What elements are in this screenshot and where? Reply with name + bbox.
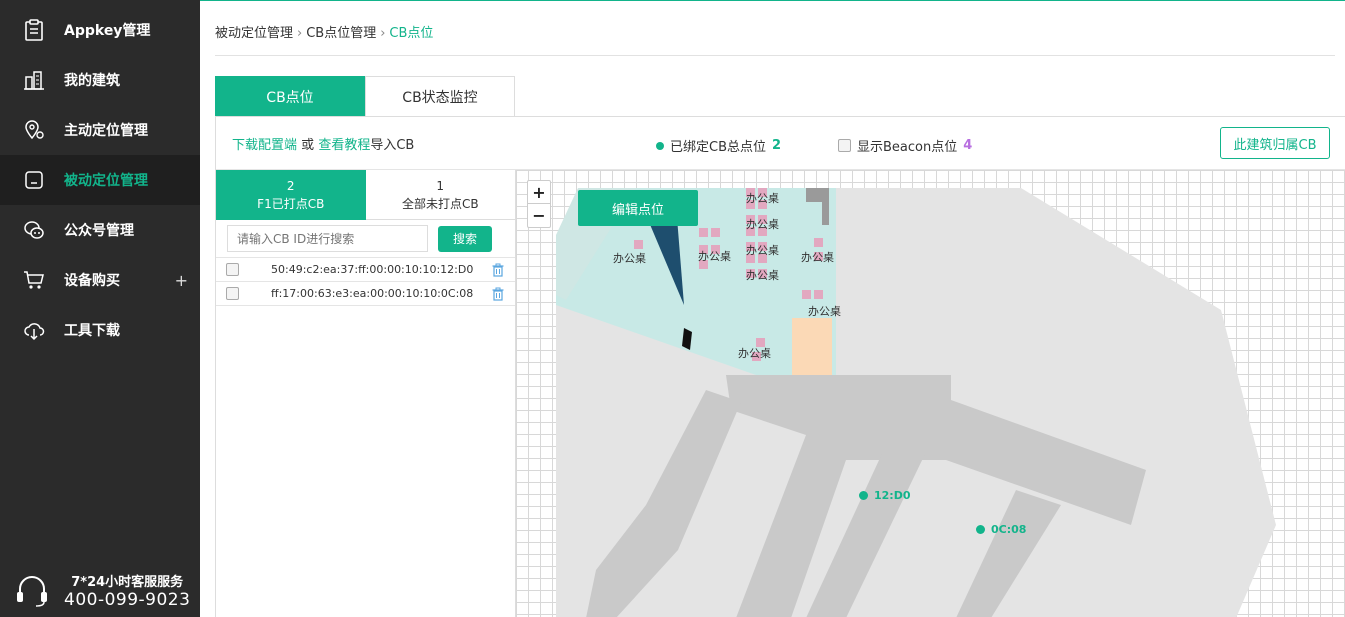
top-accent-line xyxy=(200,0,1345,5)
table-row[interactable]: ff:17:00:63:e3:ea:00:00:10:10:0C:08 xyxy=(216,282,515,306)
wechat-icon xyxy=(22,218,46,242)
breadcrumb-item-cb-management[interactable]: CB点位管理 xyxy=(306,26,376,41)
service-phone: 400-099-9023 xyxy=(64,589,191,610)
sidebar-item-label: 主动定位管理 xyxy=(64,123,148,139)
beacon-label: 显示Beacon点位 xyxy=(857,140,958,155)
desk-label: 办公桌 xyxy=(746,244,779,257)
subtab-label: F1已打点CB xyxy=(257,196,325,211)
import-links: 下载配置端 或 查看教程导入CB xyxy=(232,134,414,153)
sidebar-item-appkey[interactable]: Appkey管理 xyxy=(0,5,200,55)
zoom-out-button[interactable]: − xyxy=(528,204,550,227)
bound-count: 2 xyxy=(772,138,782,153)
desk-label: 办公桌 xyxy=(801,251,834,264)
cb-point-marker[interactable]: 12:D0 xyxy=(859,489,911,502)
breadcrumb-divider xyxy=(215,55,1335,56)
sidebar-item-label: 被动定位管理 xyxy=(64,173,148,189)
view-tutorial-link[interactable]: 查看教程 xyxy=(318,138,370,153)
tab-cb-points[interactable]: CB点位 xyxy=(215,76,365,116)
bound-label: 已绑定CB总点位 xyxy=(670,140,766,155)
expand-plus-icon[interactable]: + xyxy=(175,271,188,290)
desk-label: 办公桌 xyxy=(613,252,646,265)
sidebar-item-label: 我的建筑 xyxy=(64,73,120,89)
subtab-marked-cb[interactable]: 2 F1已打点CB xyxy=(216,170,366,220)
cb-search-input[interactable] xyxy=(227,225,428,252)
trash-icon[interactable] xyxy=(491,287,505,301)
subtab-count: 2 xyxy=(286,178,295,193)
cb-list-panel: 2 F1已打点CB 1 全部未打点CB 搜索 50:49:c2:ea:37:ff… xyxy=(216,170,516,617)
desk-label: 办公桌 xyxy=(808,305,841,318)
breadcrumb-separator: › xyxy=(297,26,303,41)
service-title: 7*24小时客服服务 xyxy=(71,574,184,590)
subtab-unmarked-cb[interactable]: 1 全部未打点CB xyxy=(365,170,515,220)
download-config-link[interactable]: 下载配置端 xyxy=(232,138,297,153)
sidebar-item-label: 工具下载 xyxy=(64,323,120,339)
building-icon xyxy=(22,68,46,92)
sidebar-item-label: 设备购买 xyxy=(64,273,120,289)
breadcrumb-item-current: CB点位 xyxy=(389,26,434,41)
cb-id: ff:17:00:63:e3:ea:00:00:10:10:0C:08 xyxy=(271,287,474,300)
floor-plan-drawing xyxy=(556,188,1276,617)
peach-room xyxy=(792,318,832,376)
import-text: 导入CB xyxy=(370,138,415,153)
table-row[interactable]: 50:49:c2:ea:37:ff:00:00:10:10:12:D0 xyxy=(216,258,515,282)
sidebar: Appkey管理 我的建筑 主动定位管理 被动定位管理 公众号管理 设备购买 + xyxy=(0,0,200,617)
bound-cb-count: 已绑定CB总点位 2 xyxy=(656,136,781,155)
breadcrumb-item-passive[interactable]: 被动定位管理 xyxy=(215,26,293,41)
sidebar-item-label: Appkey管理 xyxy=(64,23,151,39)
sidebar-item-buildings[interactable]: 我的建筑 xyxy=(0,55,200,105)
search-button[interactable]: 搜索 xyxy=(438,225,492,252)
cb-dot-icon xyxy=(976,525,985,534)
sidebar-item-wechat[interactable]: 公众号管理 xyxy=(0,205,200,255)
clipboard-icon xyxy=(22,18,46,42)
cb-point-label: 0C:08 xyxy=(991,523,1027,536)
customer-service: 7*24小时客服服务 400-099-9023 xyxy=(0,563,200,617)
edit-points-button[interactable]: 编辑点位 xyxy=(578,190,698,226)
bound-dot-icon xyxy=(656,141,664,150)
floor-map[interactable]: + − 编辑点位 办公桌 办公桌 办公桌 办公桌 办公桌 办公桌 办公桌 办公桌… xyxy=(516,170,1345,617)
sidebar-item-purchase[interactable]: 设备购买 + xyxy=(0,255,200,305)
main-tabs: CB点位 CB状态监控 xyxy=(215,76,515,116)
sidebar-item-active-positioning[interactable]: 主动定位管理 xyxy=(0,105,200,155)
zoom-control: + − xyxy=(527,180,551,228)
search-row: 搜索 xyxy=(216,220,515,258)
zoom-in-button[interactable]: + xyxy=(528,181,550,204)
cb-dot-icon xyxy=(859,491,868,500)
show-beacon-toggle[interactable]: 显示Beacon点位 4 xyxy=(838,136,972,155)
breadcrumb-separator: › xyxy=(380,26,386,41)
cb-id: 50:49:c2:ea:37:ff:00:00:10:10:12:D0 xyxy=(271,263,474,276)
tab-cb-status-monitor[interactable]: CB状态监控 xyxy=(365,76,515,116)
trash-icon[interactable] xyxy=(491,263,505,277)
cart-icon xyxy=(22,268,46,292)
cb-point-marker[interactable]: 0C:08 xyxy=(976,523,1026,536)
toolbar: 下载配置端 或 查看教程导入CB 已绑定CB总点位 2 显示Beacon点位 4… xyxy=(216,117,1345,170)
show-beacon-checkbox[interactable] xyxy=(838,139,851,152)
content-panel: 下载配置端 或 查看教程导入CB 已绑定CB总点位 2 显示Beacon点位 4… xyxy=(215,116,1345,617)
device-icon xyxy=(22,168,46,192)
subtab-label: 全部未打点CB xyxy=(401,196,479,211)
desk-label: 办公桌 xyxy=(698,250,731,263)
row-checkbox[interactable] xyxy=(226,287,239,300)
breadcrumb: 被动定位管理 › CB点位管理 › CB点位 xyxy=(215,22,433,41)
beacon-count: 4 xyxy=(963,138,973,153)
location-pin-icon xyxy=(22,118,46,142)
cloud-download-icon xyxy=(22,318,46,342)
desk-label: 办公桌 xyxy=(746,218,779,231)
headset-icon xyxy=(17,576,47,607)
row-checkbox[interactable] xyxy=(226,263,239,276)
sidebar-item-passive-positioning[interactable]: 被动定位管理 xyxy=(0,155,200,205)
sidebar-item-label: 公众号管理 xyxy=(64,223,134,239)
cb-point-label: 12:D0 xyxy=(874,489,911,502)
or-text: 或 xyxy=(301,138,315,153)
building-cb-button[interactable]: 此建筑归属CB xyxy=(1220,127,1330,159)
desk-label: 办公桌 xyxy=(738,347,771,360)
subtab-count: 1 xyxy=(436,178,445,193)
sidebar-item-tool-download[interactable]: 工具下载 xyxy=(0,305,200,355)
desk-label: 办公桌 xyxy=(746,192,779,205)
cb-sub-tabs: 2 F1已打点CB 1 全部未打点CB xyxy=(216,170,515,220)
desk-label: 办公桌 xyxy=(746,269,779,282)
